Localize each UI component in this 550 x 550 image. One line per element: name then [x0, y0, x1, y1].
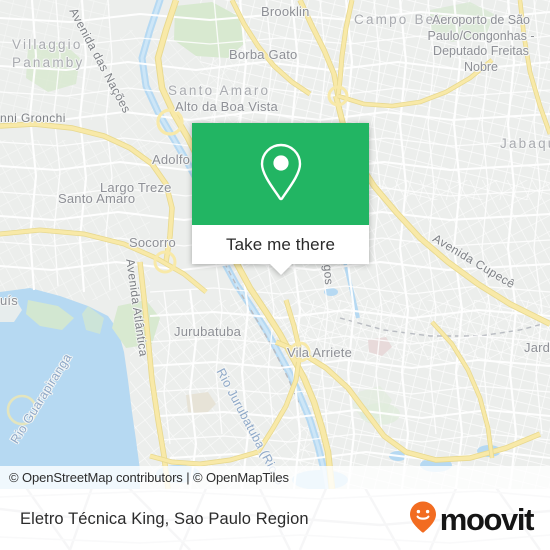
- popup-tail: [269, 264, 292, 275]
- popup-header: [192, 123, 369, 225]
- popup-footer[interactable]: Take me there: [192, 225, 369, 264]
- page-title: Eletro Técnica King, Sao Paulo Region: [20, 510, 309, 528]
- location-popup[interactable]: Take me there: [192, 123, 369, 275]
- moovit-wordmark: moovit: [439, 502, 535, 537]
- bottom-bar: Eletro Técnica King, Sao Paulo Region mo…: [0, 489, 550, 550]
- map-page: Villaggio Panamby nni Gronchi Avenida da…: [0, 0, 550, 550]
- moovit-pin-smiley-icon: [408, 500, 438, 539]
- moovit-logo[interactable]: moovit: [408, 500, 535, 539]
- take-me-there-label: Take me there: [225, 234, 336, 254]
- map-pin-icon: [257, 142, 305, 207]
- attribution-text[interactable]: © OpenStreetMap contributors | © OpenMap…: [9, 470, 289, 485]
- map-attribution-bar: © OpenStreetMap contributors | © OpenMap…: [0, 466, 550, 489]
- map-canvas[interactable]: Villaggio Panamby nni Gronchi Avenida da…: [0, 0, 550, 489]
